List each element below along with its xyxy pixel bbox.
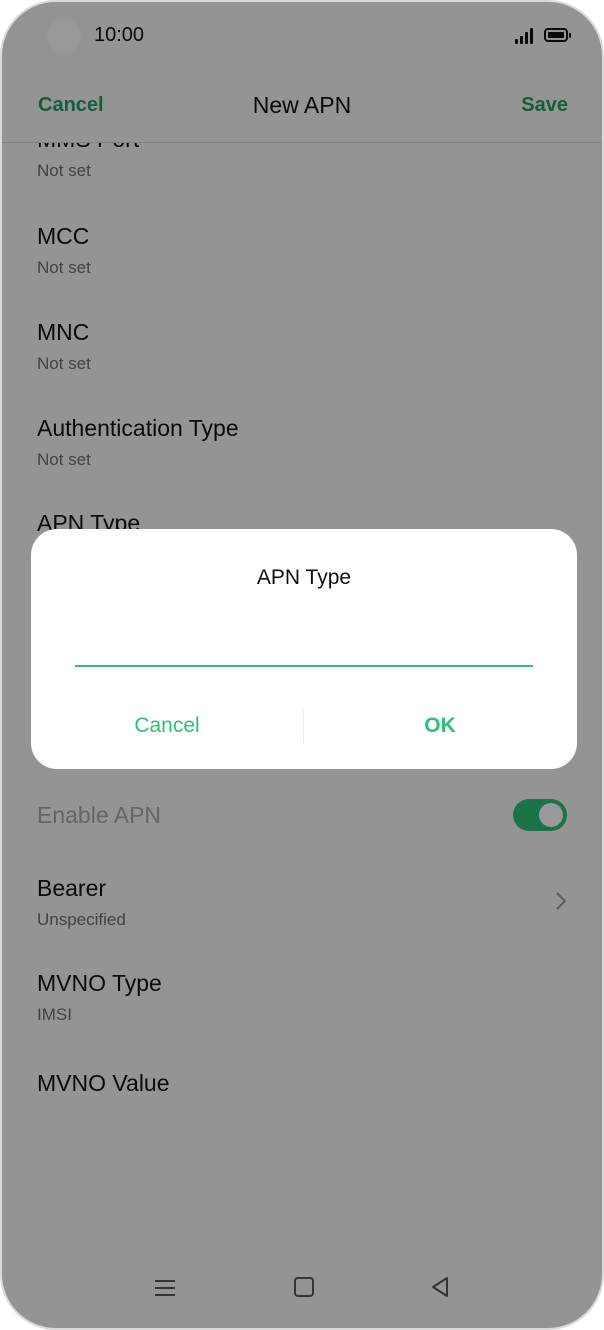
dialog-title: APN Type [256,566,352,589]
apn-type-dialog: APN Type Cancel OK [31,529,577,769]
dialog-ok-button[interactable]: OK [304,701,576,751]
phone-screen: 10:00 Cancel New APN Save MMS Port Not s… [0,0,604,1330]
apn-type-input[interactable] [75,629,533,667]
dialog-cancel-button[interactable]: Cancel [31,701,303,751]
